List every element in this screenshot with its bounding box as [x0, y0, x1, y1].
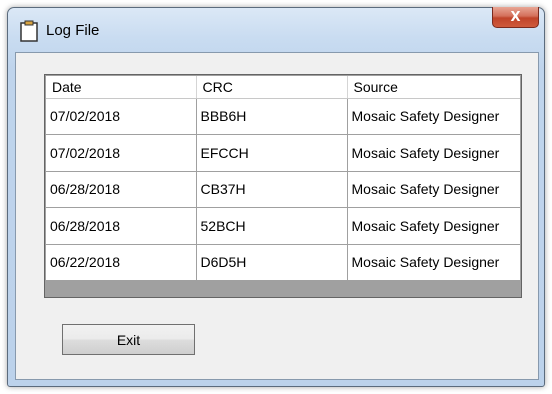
source-cell[interactable]: Mosaic Safety Designer — [347, 98, 520, 135]
source-cell[interactable]: Mosaic Safety Designer — [347, 171, 520, 208]
table-row[interactable]: 07/02/2018 EFCCH Mosaic Safety Designer — [46, 134, 520, 172]
column-header-source[interactable]: Source — [347, 76, 520, 99]
crc-cell[interactable]: BBB6H — [196, 98, 348, 135]
column-header-date[interactable]: Date — [46, 76, 197, 99]
date-cell[interactable]: 06/22/2018 — [46, 244, 197, 281]
date-cell[interactable]: 07/02/2018 — [46, 98, 197, 135]
date-cell[interactable]: 07/02/2018 — [46, 134, 197, 172]
close-button[interactable]: X — [492, 7, 539, 28]
table-row[interactable]: 06/28/2018 52BCH Mosaic Safety Designer — [46, 207, 520, 245]
log-file-window: Log File X Date CRC Source 07/02/2018 BB… — [7, 7, 545, 387]
date-cell[interactable]: 06/28/2018 — [46, 171, 197, 208]
header-row: Date CRC Source — [46, 76, 520, 99]
source-cell[interactable]: Mosaic Safety Designer — [347, 134, 520, 172]
source-cell[interactable]: Mosaic Safety Designer — [347, 207, 520, 245]
source-cell[interactable]: Mosaic Safety Designer — [347, 244, 520, 281]
crc-cell[interactable]: CB37H — [196, 171, 348, 208]
clipboard-icon — [20, 20, 38, 42]
exit-button-label: Exit — [116, 331, 141, 348]
crc-cell[interactable]: D6D5H — [196, 244, 348, 281]
table-row[interactable]: 07/02/2018 BBB6H Mosaic Safety Designer — [46, 98, 520, 135]
title-bar[interactable]: Log File X — [8, 7, 544, 52]
exit-button[interactable]: Exit — [62, 324, 195, 355]
crc-cell[interactable]: EFCCH — [196, 134, 348, 172]
log-grid[interactable]: Date CRC Source 07/02/2018 BBB6H Mosaic … — [44, 74, 522, 298]
log-table: Date CRC Source 07/02/2018 BBB6H Mosaic … — [46, 76, 520, 281]
client-area: Date CRC Source 07/02/2018 BBB6H Mosaic … — [15, 52, 539, 380]
crc-cell[interactable]: 52BCH — [196, 207, 348, 245]
table-row[interactable]: 06/28/2018 CB37H Mosaic Safety Designer — [46, 171, 520, 208]
window-title: Log File — [46, 22, 100, 39]
date-cell[interactable]: 06/28/2018 — [46, 207, 197, 245]
table-row[interactable]: 06/22/2018 D6D5H Mosaic Safety Designer — [46, 244, 520, 281]
column-header-crc[interactable]: CRC — [196, 76, 348, 99]
close-icon: X — [510, 9, 521, 25]
